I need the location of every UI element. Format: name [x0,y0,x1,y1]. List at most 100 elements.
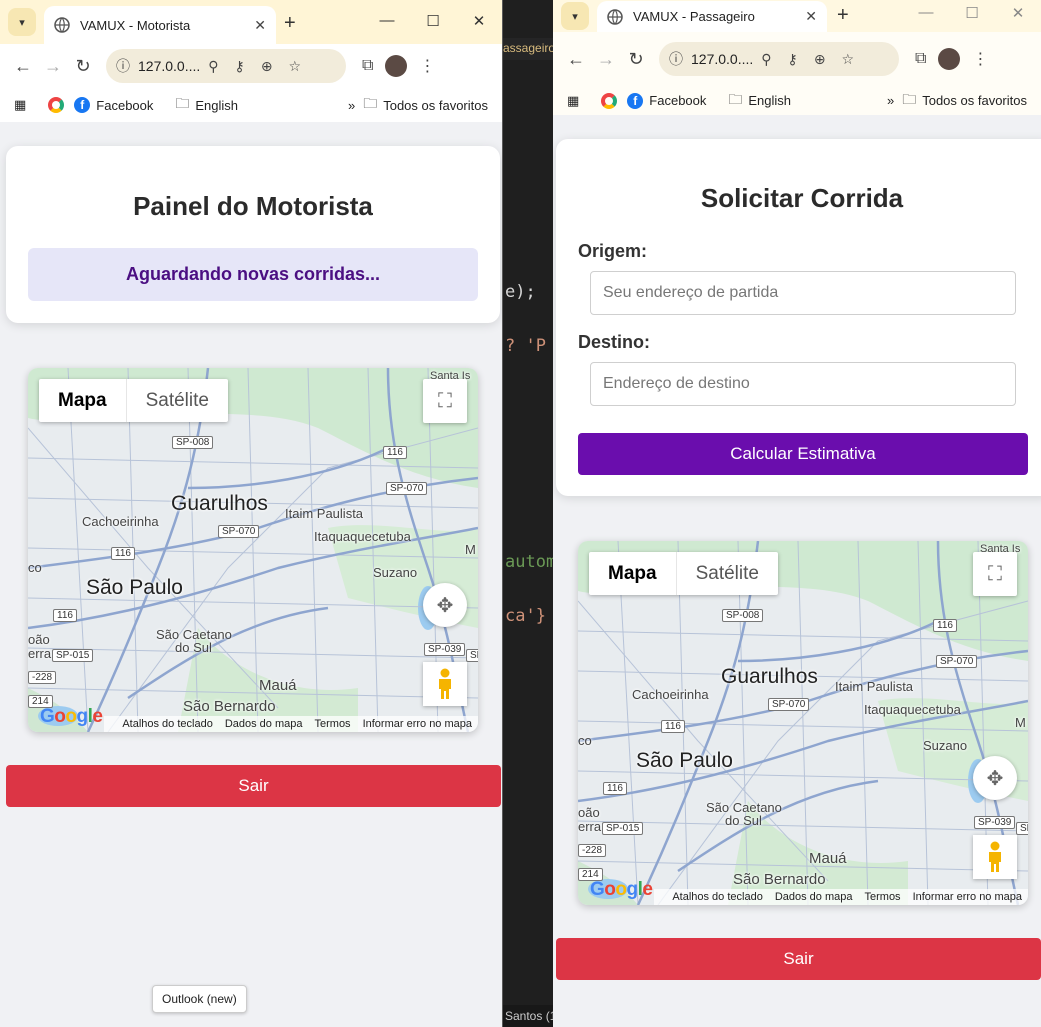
forward-icon[interactable]: → [38,56,68,77]
bookmarks-overflow-icon[interactable]: » [887,93,894,108]
terms-link[interactable]: Termos [315,718,351,730]
map-type-satellite[interactable]: Satélite [127,379,228,422]
fullscreen-icon[interactable]: ⛶ [973,552,1017,596]
highway-shield: SP-070 [936,655,978,668]
map-label: Santa Is [980,543,1021,555]
report-error-link[interactable]: Informar erro no mapa [913,891,1022,903]
apps-icon[interactable]: ▦ [14,97,26,113]
close-tab-icon[interactable]: ✕ [254,17,266,34]
bookmark-facebook[interactable]: f Facebook [74,97,153,113]
map-label: Mauá [259,677,297,694]
tooltip: Outlook (new) [152,985,247,1013]
tab-search-icon[interactable]: ▾ [561,2,589,30]
logout-button[interactable]: Sair [6,765,501,807]
zoom-icon[interactable]: ⊕ [261,58,273,75]
report-error-link[interactable]: Informar erro no mapa [363,718,472,730]
new-tab-icon[interactable]: + [837,4,849,27]
map-label: Santa Is [430,370,471,382]
pegman-icon[interactable] [973,835,1017,879]
back-icon[interactable]: ← [561,49,591,70]
star-icon[interactable]: ☆ [289,58,302,75]
map-type-map[interactable]: Mapa [39,379,127,422]
extensions-icon[interactable]: ⧉ [915,50,926,68]
address-bar[interactable]: ⓘ 127.0.0.... ⚲ ⚷ ⊕ ☆ [659,42,899,76]
passenger-browser-window: ▾ VAMUX - Passageiro ✕ + — ☐ ✕ ← → ↻ ⓘ 1… [553,0,1041,1027]
pegman-icon[interactable] [423,662,467,706]
browser-tab[interactable]: VAMUX - Passageiro ✕ [597,1,827,32]
back-icon[interactable]: ← [8,56,38,77]
highway-shield: 116 [383,446,407,459]
highway-shield: SP-015 [602,822,644,835]
close-window-icon[interactable]: ✕ [456,12,502,30]
highway-shield: -228 [578,844,607,857]
map-label: Itaquaquecetuba [864,702,961,717]
star-icon[interactable]: ☆ [842,51,855,68]
close-window-icon[interactable]: ✕ [995,4,1041,22]
extensions-icon[interactable]: ⧉ [362,57,373,75]
location-icon[interactable]: ⚲ [761,51,771,68]
bookmarks-bar: ▦ f Facebook 🗀 English » 🗀 Todos os favorit… [553,86,1041,115]
bookmark-english[interactable]: 🗀 English [728,89,791,113]
browser-chrome: ▾ VAMUX - Motorista ✕ + — ☐ ✕ ← → ↻ ⓘ 12… [0,0,502,122]
chrome-icon[interactable] [601,92,618,109]
profile-avatar[interactable] [938,48,961,70]
reload-icon[interactable]: ↻ [621,49,651,70]
chrome-icon[interactable] [48,97,65,113]
new-tab-icon[interactable]: + [284,12,296,35]
highway-shield: SP-070 [386,482,428,495]
zoom-icon[interactable]: ⊕ [814,51,826,68]
minimize-icon[interactable]: — [364,12,410,30]
calculate-estimate-button[interactable]: Calcular Estimativa [578,433,1028,475]
keyboard-shortcuts-link[interactable]: Atalhos do teclado [672,891,763,903]
all-bookmarks[interactable]: 🗀 Todos os favoritos [902,89,1027,113]
code-line: autom [505,552,553,572]
close-tab-icon[interactable]: ✕ [805,8,817,25]
highway-shield: 116 [603,782,627,795]
menu-icon[interactable]: ⋮ [419,56,435,76]
minimize-icon[interactable]: — [903,4,949,22]
map-view[interactable]: Mapa Satélite ⛶ Santa Is SP-008 116 SP-0… [28,368,478,732]
key-icon[interactable]: ⚷ [235,58,245,75]
logout-button[interactable]: Sair [556,938,1041,980]
facebook-icon: f [627,92,644,109]
highway-shield: SP-070 [768,698,810,711]
map-data-link[interactable]: Dados do mapa [775,891,853,903]
location-icon[interactable]: ⚲ [208,58,218,75]
origin-input[interactable]: Seu endereço de partida [590,271,1016,315]
bookmark-english[interactable]: 🗀 English [175,93,238,117]
tab-search-icon[interactable]: ▾ [8,8,36,36]
map-view[interactable]: Mapa Satélite ⛶ Santa Is SP-008 116 SP-0… [578,541,1028,905]
map-label: erra [28,646,52,661]
move-camera-icon[interactable]: ✥ [423,583,467,627]
maximize-icon[interactable]: ☐ [410,12,456,30]
all-bookmarks[interactable]: 🗀 Todos os favoritos [363,93,488,117]
browser-tab[interactable]: VAMUX - Motorista ✕ [44,6,276,44]
forward-icon[interactable]: → [591,49,621,70]
map-type-map[interactable]: Mapa [589,552,677,595]
fullscreen-icon[interactable]: ⛶ [423,379,467,423]
facebook-icon: f [74,97,91,113]
menu-icon[interactable]: ⋮ [972,49,988,69]
apps-icon[interactable]: ▦ [567,93,579,109]
address-bar[interactable]: ⓘ 127.0.0.... ⚲ ⚷ ⊕ ☆ [106,49,346,83]
key-icon[interactable]: ⚷ [788,51,798,68]
bookmarks-overflow-icon[interactable]: » [348,98,355,113]
folder-icon: 🗀 [175,95,190,111]
map-label: do Sul [175,640,212,655]
maximize-icon[interactable]: ☐ [949,4,995,22]
reload-icon[interactable]: ↻ [68,56,98,77]
profile-avatar[interactable] [385,55,408,77]
map-type-satellite[interactable]: Satélite [677,552,778,595]
site-info-icon[interactable]: ⓘ [669,49,683,69]
keyboard-shortcuts-link[interactable]: Atalhos do teclado [122,718,213,730]
move-camera-icon[interactable]: ✥ [973,756,1017,800]
map-label: Mauá [809,850,847,867]
terms-link[interactable]: Termos [865,891,901,903]
bookmark-facebook[interactable]: f Facebook [627,92,706,109]
map-label: M [1015,715,1026,730]
code-editor-background: assageiro e); ? 'P autom ca'} Santos (1 [503,0,553,1027]
map-label: São Paulo [636,749,733,772]
map-data-link[interactable]: Dados do mapa [225,718,303,730]
site-info-icon[interactable]: ⓘ [116,56,130,76]
destination-input[interactable]: Endereço de destino [590,362,1016,406]
